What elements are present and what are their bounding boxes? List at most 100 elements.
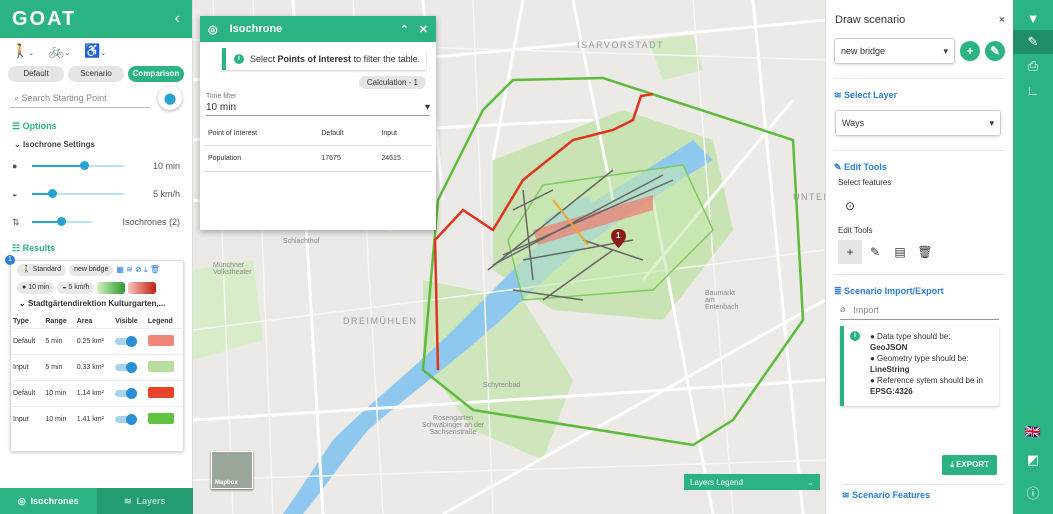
time-filter-label: Time filter (206, 93, 237, 100)
legend-swatch[interactable] (147, 361, 174, 372)
col-type: Type (13, 318, 29, 325)
legend-swatch[interactable] (147, 413, 174, 425)
export-button[interactable]: ⤓ EXPORT (942, 455, 997, 475)
isochrones-slider-knob[interactable] (57, 217, 67, 226)
result-badge: 1 (5, 255, 15, 265)
nav-isochrones[interactable]: ◎ Isochrones (0, 488, 97, 514)
close-icon[interactable]: × (999, 14, 1005, 36)
calculation-mode-tabs: Default Scenario Comparison (0, 64, 192, 86)
info-line-3: ● Reference sytem should be in (870, 376, 983, 385)
scenario-select[interactable]: new bridge ▾ (834, 38, 955, 64)
tab-comparison[interactable]: Comparison (128, 66, 184, 82)
left-panel: GOAT ‹ 🚶⌄ 🚲⌄ ♿⌄ Default Scenario Compari… (0, 0, 193, 514)
visible-toggle[interactable] (115, 361, 138, 373)
chip-scenario: new bridge (69, 264, 114, 276)
draw-icon[interactable]: ✎ (1013, 30, 1053, 54)
select-feature-icon[interactable]: ⊙ (838, 194, 862, 218)
map-marker-label: 1 (616, 231, 621, 240)
language-flag-icon[interactable]: 🇬🇧 (1013, 420, 1053, 444)
edit-tools-title: Edit Tools (844, 162, 887, 172)
modify-feature-icon[interactable]: ✎ (863, 240, 887, 264)
layer-select[interactable]: Ways ▾ (835, 110, 1001, 136)
time-filter-select[interactable]: 10 min ▾ (206, 100, 430, 116)
left-header: GOAT ‹ (0, 0, 192, 38)
info-icon[interactable]: ⓘ (1013, 480, 1053, 504)
scenario-features-header[interactable]: ≋ Scenario Features (842, 484, 1005, 506)
time-filter[interactable]: Time filter 10 min ▾ (200, 89, 436, 116)
tab-scenario[interactable]: Scenario (68, 66, 124, 82)
time-slider-track[interactable] (32, 161, 124, 170)
delete-icon[interactable]: 🗑 (913, 240, 937, 264)
search-input[interactable]: ⌕ Search Starting Point (10, 88, 150, 108)
table-row: Default 5 min 0.25 km² (11, 328, 183, 355)
info-bold-2: LineString (870, 365, 910, 374)
visible-toggle[interactable] (115, 335, 138, 347)
add-feature-icon[interactable]: + (838, 240, 862, 264)
add-scenario-button[interactable]: + (960, 41, 980, 61)
draw-scenario-title: Draw scenario (835, 14, 906, 26)
print-icon[interactable]: ⎙ (1013, 54, 1053, 78)
logo: GOAT (12, 7, 77, 30)
bike-mode-icon[interactable]: 🚲⌄ (48, 43, 70, 59)
result-chips-2: ● 10 min ◒ 5 km/h (11, 279, 183, 297)
clock-icon: ● (12, 161, 18, 171)
chip-standard: 🚶 Standard (17, 264, 67, 276)
visible-toggle[interactable] (115, 387, 138, 399)
map-style-icon[interactable]: ◩ (1013, 448, 1053, 472)
col-visible: Visible (115, 318, 138, 325)
calculation-chip[interactable]: Calculation - 1 (358, 76, 426, 89)
result-actions-icon[interactable]: ▦ ≋ ⊘ ⤓ 🗑 (116, 265, 160, 275)
speed-slider-track[interactable] (32, 189, 124, 198)
bottom-nav: ◎ Isochrones ≋ Layers (0, 488, 193, 514)
legend-swatch[interactable] (147, 387, 174, 398)
close-icon[interactable]: ✕ (419, 23, 428, 36)
speedometer-icon: ◒ (12, 189, 18, 199)
col-default: Default (317, 122, 378, 146)
collapse-icon[interactable]: ‹ (175, 10, 180, 28)
results-header: ☷ Results (0, 240, 192, 256)
time-slider[interactable]: ● 10 min (0, 152, 192, 180)
info-icon: i (850, 331, 860, 341)
select-layer-title: Select Layer (844, 90, 898, 100)
cell-range: 10 min (43, 406, 75, 433)
speed-slider[interactable]: ◒ 5 km/h (0, 180, 192, 208)
map-label-isarvorstadt: ISARVORSTADT (577, 40, 665, 50)
layers-legend[interactable]: Layers Legend ⌄ (684, 474, 820, 490)
result-title[interactable]: ⌄ Stadtgärtendirektion Kulturgarten,... (11, 297, 183, 313)
isochrones-slider-track[interactable] (32, 217, 92, 226)
measure-icon[interactable]: ∟ (1013, 78, 1053, 102)
sort-icon: ⇅ (12, 216, 20, 227)
table-icon: ☷ (12, 243, 23, 253)
nav-layers[interactable]: ≋ Layers (96, 488, 193, 514)
import-field[interactable]: ⌀ Import (840, 300, 999, 320)
time-slider-knob[interactable] (79, 161, 89, 170)
isochrones-slider[interactable]: ⇅ Isochrones (2) (0, 208, 192, 236)
visible-toggle[interactable] (115, 414, 138, 426)
table-row: Population 17675 24615 (204, 145, 432, 172)
import-export-title: Scenario Import/Export (844, 286, 944, 296)
basemap-switcher[interactable]: Mapbox (211, 451, 253, 489)
edit-scenario-button[interactable]: ✎ (985, 41, 1005, 61)
info-line-1: ● Data type should be: (870, 332, 951, 341)
scenario-gradient (97, 282, 126, 294)
tab-default[interactable]: Default (8, 66, 64, 82)
chip-time-label: 10 min (28, 284, 50, 291)
result-chips: 🚶 Standard new bridge ▦ ≋ ⊘ ⤓ 🗑 (11, 261, 183, 279)
isochrone-window-header[interactable]: ◎ Isochrone ⌃ ✕ (200, 16, 436, 42)
cell-area: 1.14 km² (74, 380, 114, 407)
isochrone-settings[interactable]: ⌄ Isochrone Settings (0, 138, 192, 152)
wheelchair-mode-icon[interactable]: ♿⌄ (84, 43, 106, 59)
attribute-table-icon[interactable]: ▤ (888, 240, 912, 264)
walk-mode-icon[interactable]: 🚶⌄ (12, 43, 34, 59)
filter-icon[interactable]: ▼ (1013, 6, 1053, 30)
draw-scenario-header: Draw scenario × (826, 0, 1013, 36)
edit-tools-label: Edit Tools (838, 226, 873, 235)
col-poi: Point of Interest (204, 122, 318, 146)
options-title: Options (22, 121, 57, 131)
target-icon: ◎ (208, 23, 218, 36)
minimize-icon[interactable]: ⌃ (400, 23, 409, 36)
legend-swatch[interactable] (147, 335, 174, 346)
chip-speed-label: 5 km/h (68, 284, 90, 291)
location-pin-button[interactable]: ⬤ (158, 86, 182, 110)
speed-slider-knob[interactable] (47, 189, 57, 198)
